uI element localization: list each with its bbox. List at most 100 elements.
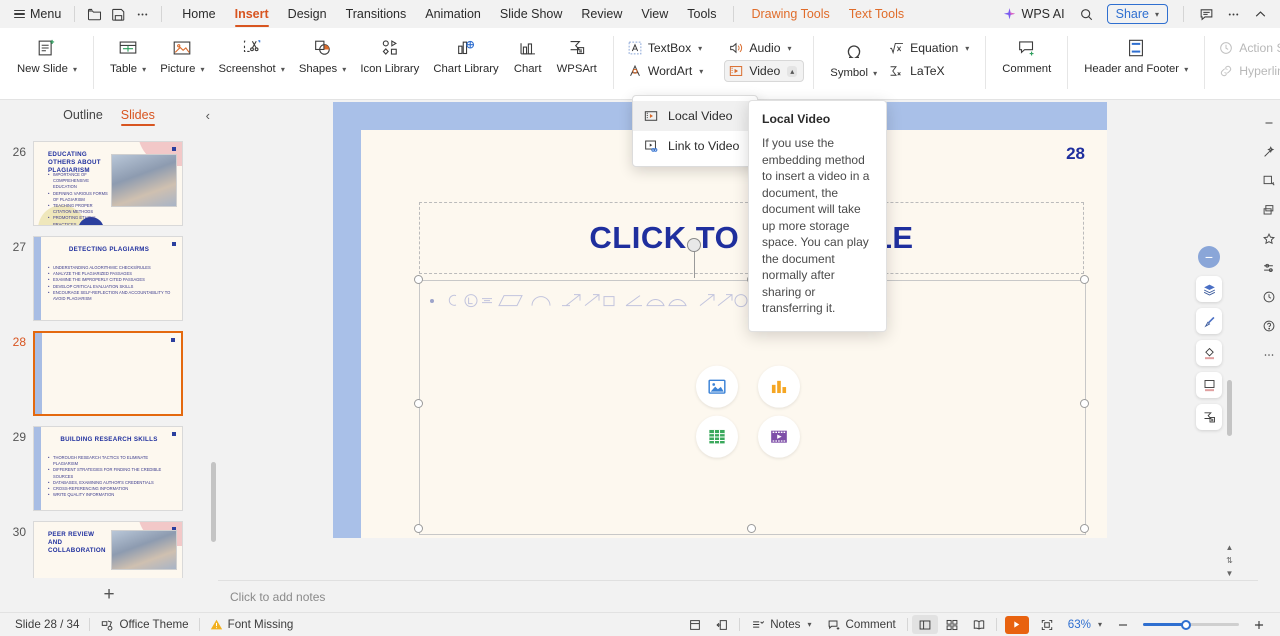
table-button[interactable]: Table ▾ [103,32,153,79]
comments-button[interactable] [1194,3,1218,25]
favorites-star-icon[interactable] [1260,230,1278,248]
shapes-button[interactable]: Shapes ▾ [292,32,353,79]
menu-item-local-video[interactable]: Local Video [633,101,757,131]
slides-panel-scrollbar[interactable] [211,462,216,542]
slide-thumbnail-28[interactable]: 28 [0,326,218,421]
fit-slide-button[interactable] [682,615,708,634]
notes-pane[interactable]: Click to add notes [218,580,1258,612]
shape-frame-tool-button[interactable] [1196,372,1222,398]
notes-toggle-button[interactable]: Notes ▾ [744,616,818,634]
canvas-vertical-scrollbar[interactable]: ▲ ⇅ ▼ [1225,100,1234,580]
symbol-button[interactable]: Symbol ▾ [823,36,884,83]
new-slide-button[interactable]: New Slide ▾ [10,32,84,79]
resize-handle-ml[interactable] [414,399,423,408]
equation-button[interactable]: Equation ▾ [884,37,976,59]
resize-handle-mr[interactable] [1080,399,1089,408]
header-and-footer-button[interactable]: Header and Footer ▾ [1077,32,1195,79]
slide-thumbnail-30[interactable]: 30 PEER REVIEW AND COLLABORATION [0,516,218,578]
chart-library-button[interactable]: Chart Library [426,32,505,78]
save-button[interactable] [106,3,130,25]
tab-outline[interactable]: Outline [63,108,103,126]
slider-knob[interactable] [1181,619,1192,630]
tab-design[interactable]: Design [279,3,336,25]
comment-button[interactable]: Comment [995,32,1058,78]
reading-view-button[interactable] [966,615,992,634]
chart-button[interactable]: Chart [506,32,550,78]
menu-item-link-to-video[interactable]: Link to Video [633,131,757,161]
scrollbar-thumb[interactable] [1227,380,1232,436]
tab-home[interactable]: Home [173,3,224,25]
wpsart-button[interactable]: WPSArt [550,32,604,78]
more-quick-actions-button[interactable] [130,3,154,25]
more-tools-icon[interactable] [1260,346,1278,364]
collapse-panel-button[interactable]: ‹ [206,108,210,123]
zoom-slider[interactable] [1143,618,1239,632]
slide-thumbnail-29[interactable]: 29 BUILDING RESEARCH SKILLS THOROUGH RES… [0,421,218,516]
slide-counter[interactable]: Slide 28 / 34 [8,616,86,633]
resize-handle-br[interactable] [1080,524,1089,533]
history-clock-icon[interactable] [1260,288,1278,306]
chevron-up-icon[interactable]: ▴ [787,65,798,77]
insert-chart-icon-button[interactable] [757,365,800,408]
wps-ai-button[interactable]: WPS AI [995,4,1072,25]
tab-review[interactable]: Review [572,3,631,25]
audio-button[interactable]: Audio ▾ [724,37,804,59]
wordart-button[interactable]: WordArt ▾ [623,60,711,82]
fill-color-tool-button[interactable] [1196,340,1222,366]
tab-text-tools[interactable]: Text Tools [840,3,913,25]
scroll-down-button[interactable]: ▼ [1225,569,1234,578]
slide-thumbnail-26[interactable]: 26 EDUCATING OTHERS ABOUT PLAGIARISM IMP… [0,136,218,231]
help-icon[interactable] [1260,317,1278,335]
insert-picture-icon-button[interactable] [695,365,738,408]
main-menu-button[interactable]: Menu [8,4,67,24]
search-button[interactable] [1075,3,1099,25]
slide-sorter-button[interactable] [939,615,965,634]
action-settings-button[interactable]: Action Settings [1214,37,1280,59]
wpsart-tool-button[interactable] [1196,404,1222,430]
thumbnail-preview[interactable]: DETECTING PLAGIARMS UNDERSTANDING ALGORI… [33,236,183,321]
picture-button[interactable]: Picture ▾ [153,32,211,79]
tab-view[interactable]: View [632,3,677,25]
resize-handle-bl[interactable] [414,524,423,533]
presenter-view-button[interactable] [709,615,735,634]
tab-tools[interactable]: Tools [678,3,725,25]
insert-table-icon-button[interactable] [695,415,738,458]
collapse-tools-button[interactable]: − [1198,246,1220,268]
magic-wand-icon[interactable] [1260,143,1278,161]
textbox-button[interactable]: TextBox ▾ [623,37,711,59]
scroll-up-button[interactable]: ▲ [1225,543,1234,552]
scroll-prev-slide-button[interactable]: ⇅ [1225,556,1234,565]
screenshot-button[interactable]: Screenshot ▾ [212,32,292,79]
rotation-handle[interactable] [687,238,701,252]
settings-sliders-icon[interactable] [1260,259,1278,277]
insert-element-icon[interactable] [1260,201,1278,219]
slide-surface[interactable]: 28 CLICK TO ADD TITLE [361,130,1107,538]
collapse-ribbon-button[interactable] [1248,3,1272,25]
theme-button[interactable]: Office Theme [93,616,195,634]
hyperlink-button[interactable]: Hyperlink ▾ [1214,60,1280,82]
resize-handle-tl[interactable] [414,275,423,284]
share-button[interactable]: Share ▾ [1106,4,1168,24]
latex-button[interactable]: LaTeX [884,60,976,82]
comment-toggle-button[interactable]: Comment [820,616,903,634]
brush-tool-button[interactable] [1196,308,1222,334]
design-ideas-icon[interactable] [1260,172,1278,190]
slide-thumbnail-list[interactable]: 26 EDUCATING OTHERS ABOUT PLAGIARISM IMP… [0,132,218,578]
layers-tool-button[interactable] [1196,276,1222,302]
insert-video-icon-button[interactable] [757,415,800,458]
slide-canvas[interactable]: 28 CLICK TO ADD TITLE [333,102,1107,538]
tab-slides[interactable]: Slides [120,108,155,126]
thumbnail-preview[interactable]: PEER REVIEW AND COLLABORATION [33,521,183,578]
fullscreen-button[interactable] [1034,615,1060,634]
tab-animation[interactable]: Animation [416,3,490,25]
video-button[interactable]: Video ▴ [724,60,805,82]
zoom-in-button[interactable] [1246,615,1272,634]
tab-drawing-tools[interactable]: Drawing Tools [742,3,838,25]
zoom-level-button[interactable]: 63% ▾ [1061,616,1109,633]
font-missing-warning[interactable]: Font Missing [203,616,301,633]
start-slideshow-button[interactable] [1004,615,1029,634]
zoom-out-button[interactable] [1110,615,1136,634]
more-options-button[interactable] [1221,3,1245,25]
normal-view-button[interactable] [911,615,938,634]
thumbnail-preview[interactable]: BUILDING RESEARCH SKILLS THOROUGH RESEAR… [33,426,183,511]
